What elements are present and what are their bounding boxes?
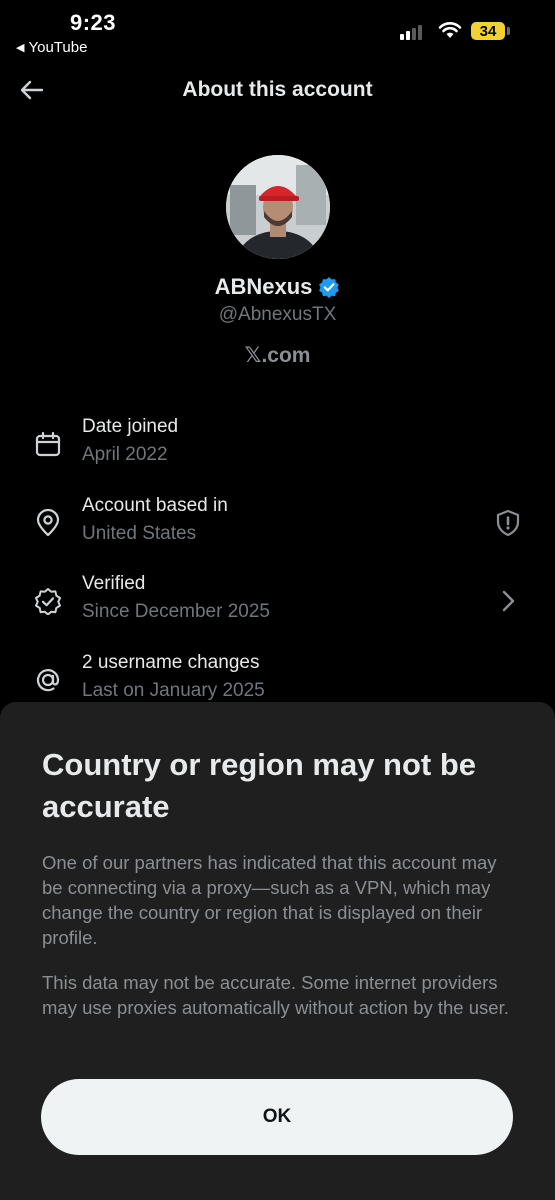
back-to-app-link[interactable]: ◀ YouTube <box>16 39 87 56</box>
location-pin-icon <box>36 509 60 537</box>
date-joined-value: April 2022 <box>82 444 168 465</box>
handle: @AbnexusTX <box>218 304 337 325</box>
battery-nub <box>507 27 510 35</box>
sheet-paragraph-2: This data may not be accurate. Some inte… <box>42 972 509 1018</box>
info-row-verified[interactable]: Verified Since December 2025 <box>0 573 555 633</box>
page-title: About this account <box>182 78 373 101</box>
username-changes-value: Last on January 2025 <box>82 680 265 701</box>
verified-label: Verified <box>82 573 146 594</box>
at-sign-icon <box>36 669 60 692</box>
bottom-sheet: Country or region may not be accurate On… <box>0 702 555 1200</box>
page-header: About this account <box>0 68 555 112</box>
sheet-paragraph-1: One of our partners has indicated that t… <box>42 852 497 948</box>
calendar-icon <box>35 431 61 457</box>
wifi-icon <box>438 22 462 38</box>
status-time: 9:23 <box>70 10 117 35</box>
info-row-account-based: Account based in United States <box>0 495 555 555</box>
verified-badge-icon <box>319 277 340 298</box>
back-app-label: YouTube <box>28 39 88 56</box>
sheet-title: Country or region may not be accurate <box>42 747 477 824</box>
verified-value: Since December 2025 <box>82 601 270 622</box>
account-based-label: Account based in <box>82 495 228 516</box>
verified-badge-icon <box>35 588 61 615</box>
site-label: 𝕏.com <box>244 344 311 367</box>
ok-button[interactable]: OK <box>41 1079 513 1155</box>
name-row: ABNexus <box>0 274 555 300</box>
battery-indicator: 34 <box>471 22 505 40</box>
cellular-signal-icon <box>400 24 422 40</box>
display-name: ABNexus <box>214 274 313 299</box>
username-changes-label: 2 username changes <box>82 652 260 673</box>
chevron-right-icon <box>502 590 515 612</box>
status-bar: 9:23 ◀ YouTube 34 <box>0 0 555 62</box>
date-joined-label: Date joined <box>82 416 179 437</box>
account-based-value: United States <box>82 523 197 544</box>
avatar[interactable] <box>226 155 330 259</box>
shield-alert-icon[interactable] <box>494 509 522 537</box>
back-triangle-icon: ◀ <box>16 42 25 54</box>
info-row-date-joined: Date joined April 2022 <box>0 416 555 476</box>
avatar-image <box>226 155 330 259</box>
